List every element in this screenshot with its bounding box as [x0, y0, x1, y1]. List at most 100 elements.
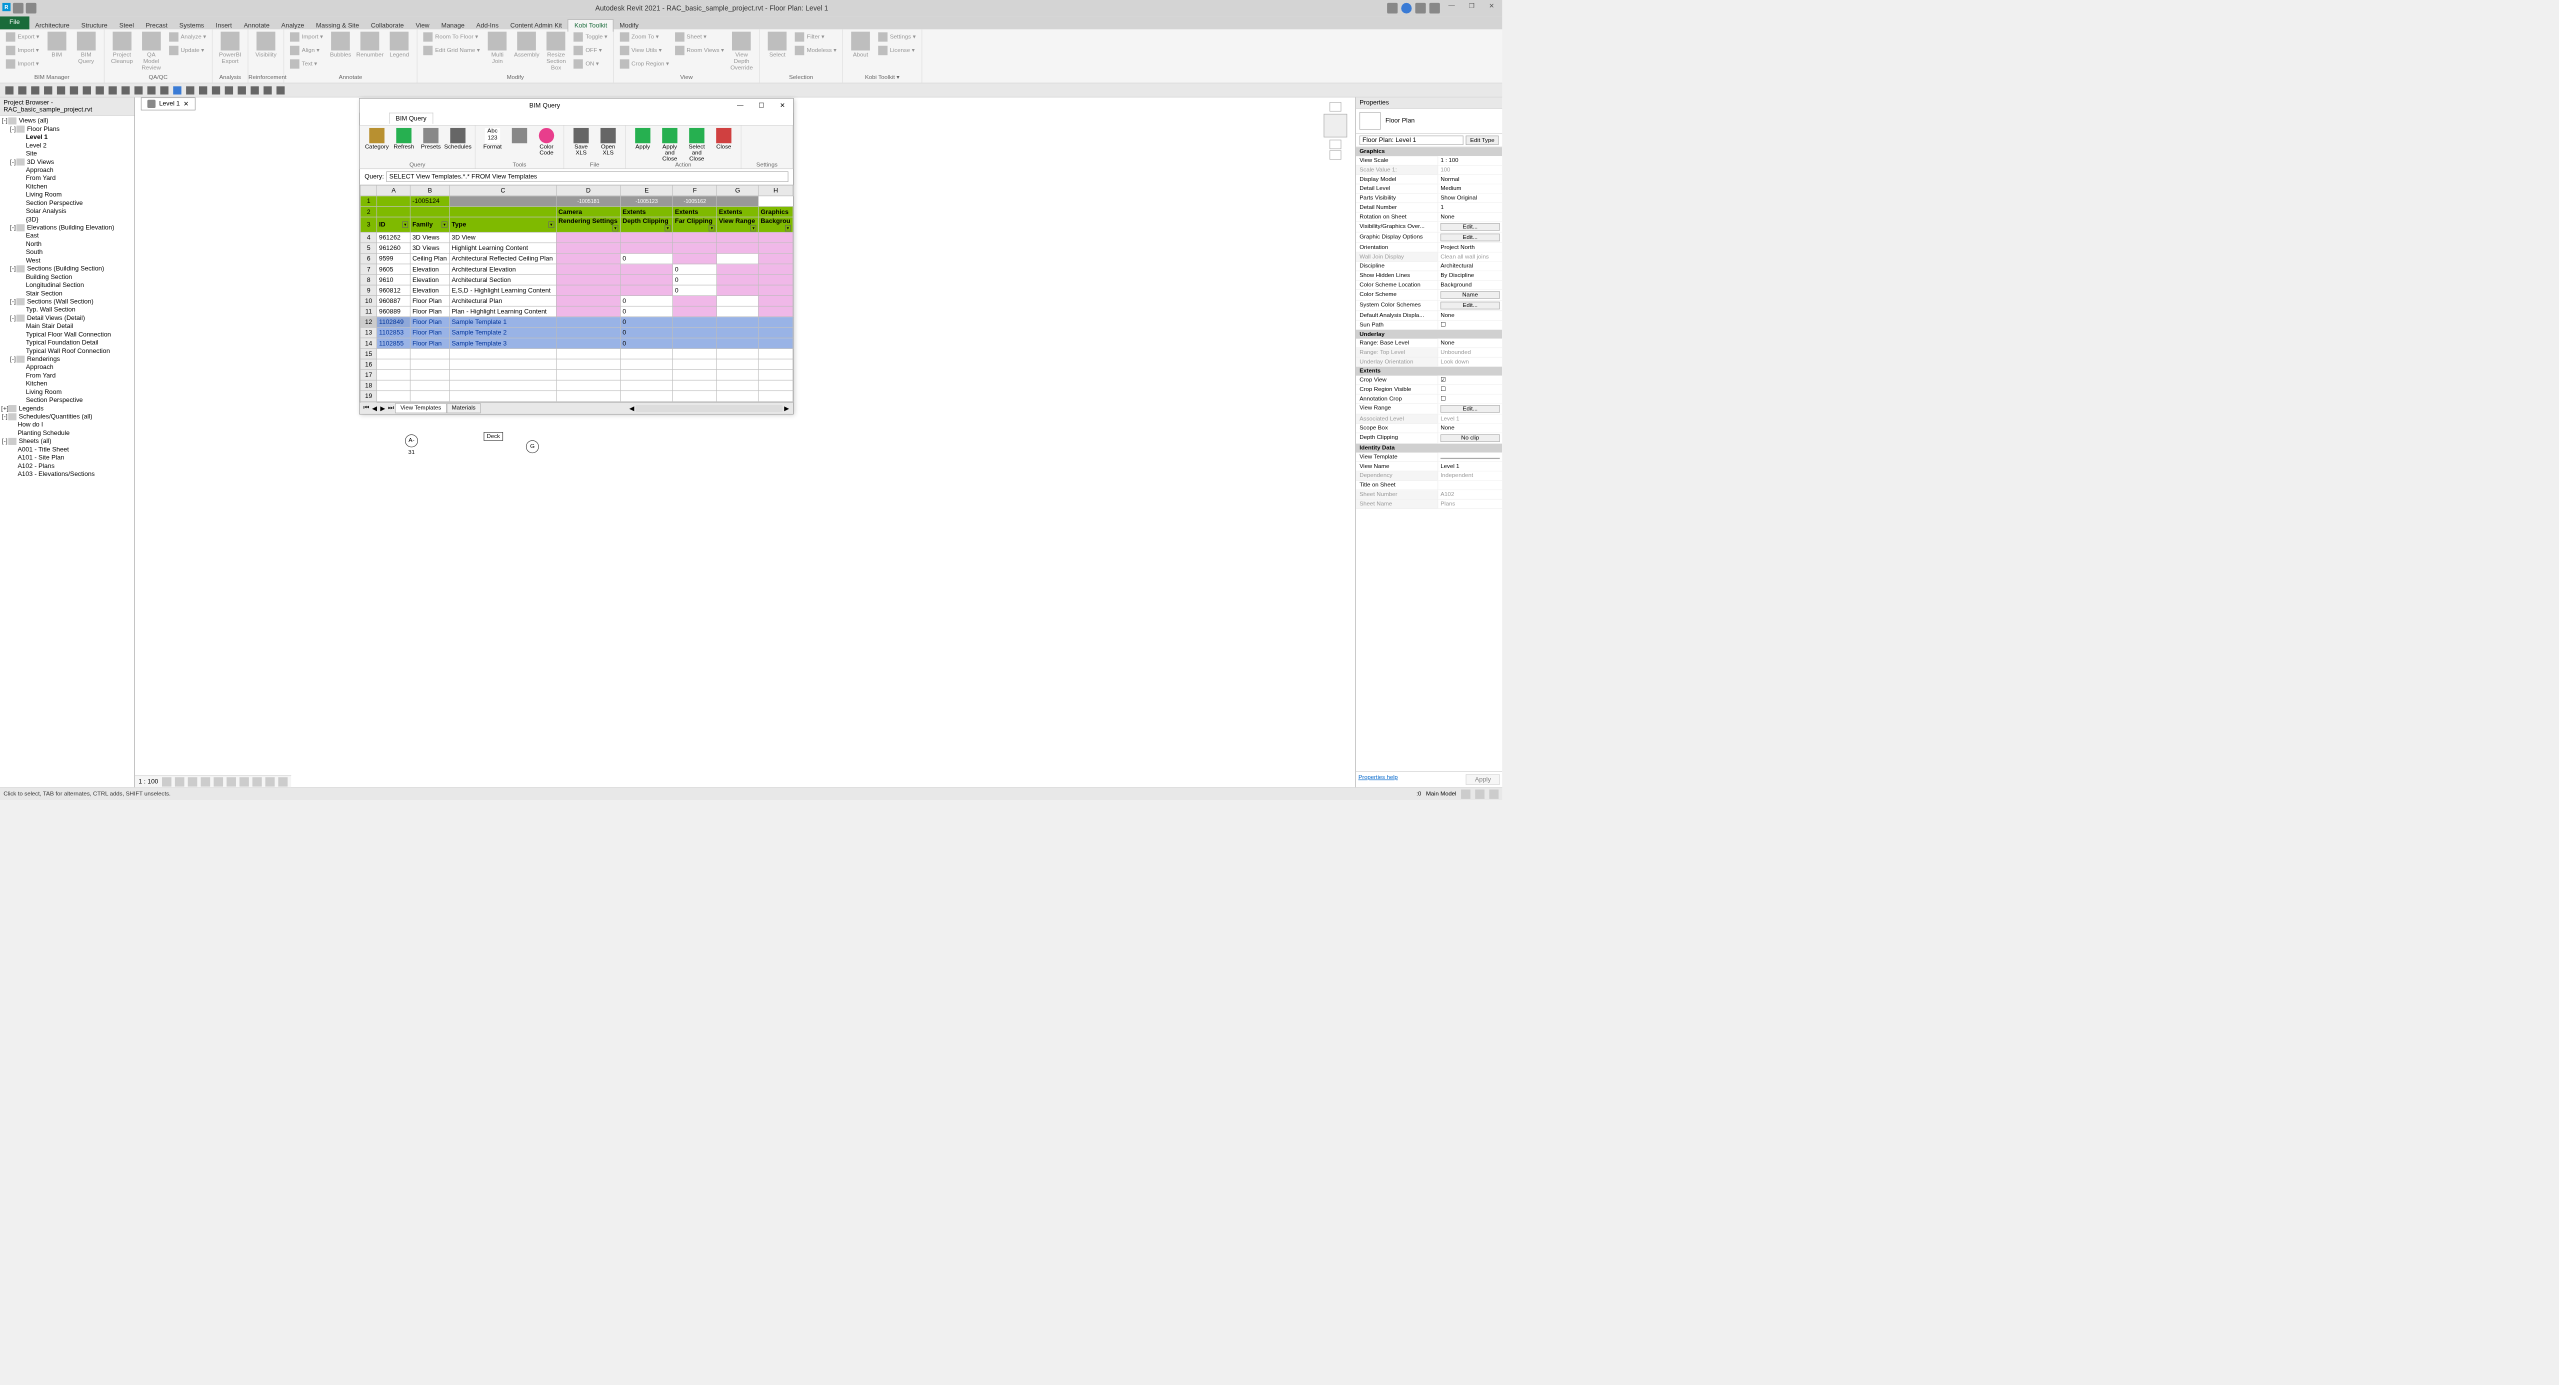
- props-value[interactable]: 1: [1438, 203, 1503, 212]
- qat-21[interactable]: [262, 84, 274, 96]
- qat-icon-2[interactable]: [26, 3, 37, 14]
- grid-cell[interactable]: Floor Plan: [410, 327, 449, 338]
- grid-cell[interactable]: Elevation: [410, 264, 449, 275]
- grid-cell[interactable]: Elevation: [410, 274, 449, 285]
- ribbon-btn-align[interactable]: Align ▾: [288, 44, 326, 57]
- props-row[interactable]: Range: Base LevelNone: [1356, 339, 1502, 348]
- bimq-apply-button[interactable]: Apply: [630, 127, 655, 150]
- filter-header[interactable]: Far Clipping▾: [673, 217, 717, 232]
- qat-9[interactable]: [107, 84, 119, 96]
- grid-cell[interactable]: 1102855: [377, 338, 410, 349]
- grid-cell[interactable]: [556, 338, 620, 349]
- props-row[interactable]: Scope BoxNone: [1356, 424, 1502, 433]
- filter-header[interactable]: View Range▾: [717, 217, 759, 232]
- tree-node-level-2[interactable]: Level 2: [1, 141, 133, 149]
- props-value[interactable]: Unbounded: [1438, 348, 1503, 357]
- grid-cell[interactable]: [673, 380, 717, 391]
- qat-6[interactable]: [68, 84, 80, 96]
- grid-cell[interactable]: Architectural Plan: [449, 296, 556, 307]
- props-row[interactable]: Parts VisibilityShow Original: [1356, 194, 1502, 203]
- tree-node-a101---site-plan[interactable]: A101 - Site Plan: [1, 454, 133, 462]
- ribbon-btn-import[interactable]: Import ▾: [4, 44, 42, 57]
- qat-22[interactable]: [275, 84, 287, 96]
- grid-cell[interactable]: [758, 317, 792, 328]
- nav-home[interactable]: [1330, 102, 1342, 111]
- props-value[interactable]: Edit...: [1438, 222, 1503, 232]
- grid-cell[interactable]: Elevation: [410, 285, 449, 296]
- grid-cell[interactable]: [758, 264, 792, 275]
- grid-cell[interactable]: [673, 327, 717, 338]
- ribbon-btn-import[interactable]: Import ▾: [4, 58, 42, 71]
- col-header[interactable]: D: [556, 185, 620, 196]
- grid-cell[interactable]: Highlight Learning Content: [449, 243, 556, 254]
- grid-cell[interactable]: [556, 243, 620, 254]
- grid-cell[interactable]: [673, 338, 717, 349]
- bimq-category-button[interactable]: Category: [365, 127, 390, 150]
- col-header[interactable]: F: [673, 185, 717, 196]
- ribbon-btn-view-utils[interactable]: View Utils ▾: [617, 44, 671, 57]
- search-icon[interactable]: [1387, 3, 1398, 14]
- tree-node-main-stair-detail[interactable]: Main Stair Detail: [1, 322, 133, 330]
- tree-expand-icon[interactable]: [-]: [9, 126, 16, 133]
- ribbon-btn-assembly[interactable]: Assembly: [513, 31, 541, 60]
- grid-cell[interactable]: 1102853: [377, 327, 410, 338]
- grid-cell[interactable]: [673, 253, 717, 264]
- props-row[interactable]: Show Hidden LinesBy Discipline: [1356, 271, 1502, 280]
- grid-cell[interactable]: Floor Plan: [410, 338, 449, 349]
- grid-cell[interactable]: 960812: [377, 285, 410, 296]
- grid-cell[interactable]: [758, 274, 792, 285]
- bimq-refresh-button[interactable]: Refresh: [392, 127, 417, 150]
- grid-cell[interactable]: [620, 274, 672, 285]
- qat-11[interactable]: [133, 84, 145, 96]
- sb-filter[interactable]: [1461, 789, 1470, 798]
- view-scale[interactable]: 1 : 100: [139, 778, 159, 785]
- tree-node-a103---elevations-sections[interactable]: A103 - Elevations/Sections: [1, 470, 133, 478]
- ribbon-btn-resize section-box[interactable]: ResizeSection Box: [542, 31, 570, 73]
- bimq-grid[interactable]: ABCDEFGH1-1005124-1005181-1005123-100516…: [360, 185, 793, 402]
- props-row[interactable]: Default Analysis Displa...None: [1356, 311, 1502, 320]
- tree-node-schedules-quantities--all-[interactable]: [-]Schedules/Quantities (all): [1, 413, 133, 421]
- grid-cell[interactable]: [758, 348, 792, 359]
- ribbon-btn-text[interactable]: Text ▾: [288, 58, 326, 71]
- grid-cell[interactable]: Sample Template 2: [449, 327, 556, 338]
- qat-10[interactable]: [120, 84, 132, 96]
- grid-cell[interactable]: [377, 380, 410, 391]
- props-row[interactable]: View Scale1 : 100: [1356, 156, 1502, 165]
- tree-node-elevations--building-elevation-[interactable]: [-]Elevations (Building Elevation): [1, 224, 133, 232]
- ribbon-btn-select[interactable]: Select: [763, 31, 791, 60]
- props-row[interactable]: Sheet NamePlans: [1356, 500, 1502, 509]
- vc-reveal[interactable]: [278, 777, 287, 786]
- bimq-presets-button[interactable]: Presets: [419, 127, 444, 150]
- grid-cell[interactable]: 3D View: [449, 232, 556, 243]
- grid-cell[interactable]: [673, 317, 717, 328]
- grid-cell[interactable]: 9610: [377, 274, 410, 285]
- props-row[interactable]: View Template: [1356, 453, 1502, 462]
- grid-cell[interactable]: [556, 391, 620, 402]
- bimq-close-button[interactable]: Close: [711, 127, 736, 150]
- grid-cell[interactable]: [377, 391, 410, 402]
- restore-button[interactable]: ❐: [1463, 2, 1479, 14]
- grid-cell[interactable]: [377, 359, 410, 370]
- tree-expand-icon[interactable]: [-]: [1, 413, 8, 420]
- tree-node-floor-plans[interactable]: [-]Floor Plans: [1, 125, 133, 133]
- grid-cell[interactable]: [620, 370, 672, 381]
- tree-node-building-section[interactable]: Building Section: [1, 273, 133, 281]
- grid-cell[interactable]: [410, 391, 449, 402]
- props-value[interactable]: 100: [1438, 166, 1503, 175]
- props-value[interactable]: Project North: [1438, 243, 1503, 252]
- props-row[interactable]: Range: Top LevelUnbounded: [1356, 348, 1502, 357]
- tree-node-longitudinal-section[interactable]: Longitudinal Section: [1, 281, 133, 289]
- ribbon-btn-sheet[interactable]: Sheet ▾: [672, 31, 726, 44]
- grid-cell[interactable]: [556, 380, 620, 391]
- grid-cell[interactable]: [556, 232, 620, 243]
- grid-cell[interactable]: 3D Views: [410, 232, 449, 243]
- props-value[interactable]: No clip: [1438, 433, 1503, 443]
- grid-cell[interactable]: [620, 359, 672, 370]
- grid-cell[interactable]: [673, 243, 717, 254]
- grid-cell[interactable]: Sample Template 3: [449, 338, 556, 349]
- props-row[interactable]: Scale Value 1:100: [1356, 166, 1502, 175]
- grid-cell[interactable]: [410, 380, 449, 391]
- bimq-format-button[interactable]: Abc123Format: [480, 127, 505, 150]
- bimq-save-xls-button[interactable]: Save XLS: [569, 127, 594, 156]
- grid-cell[interactable]: [556, 285, 620, 296]
